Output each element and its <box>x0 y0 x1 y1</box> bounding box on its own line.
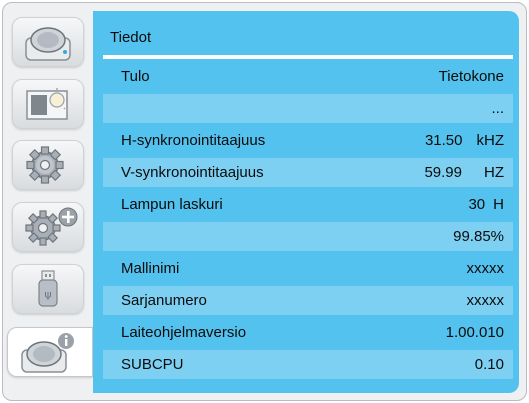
gear-plus-icon <box>25 207 78 246</box>
row-label: Mallinimi <box>121 260 180 277</box>
row-value: 99.85% <box>453 228 504 245</box>
row-value: 30 H <box>468 196 504 213</box>
menu-sidebar: ψ <box>7 11 93 389</box>
svg-text:ψ: ψ <box>44 288 51 301</box>
gear-icon <box>26 146 64 184</box>
row-value: xxxxx <box>466 260 505 277</box>
picture-brightness-icon <box>26 88 68 120</box>
camera-icon <box>25 27 71 61</box>
row-value: 0.10 <box>474 356 504 373</box>
info-row-input: Tulo Tietokone <box>103 62 513 91</box>
info-row-lamp-percent: 99.85% <box>103 222 513 251</box>
sidebar-item-usb[interactable]: ψ <box>12 264 84 314</box>
sidebar-item-setup[interactable] <box>12 140 84 190</box>
row-value: xxxxx <box>466 292 505 309</box>
row-value: 1.00.010 <box>445 324 504 341</box>
osd-menu-frame: ψ Tiedot Tulo Tietokone ... H-synkronoin… <box>2 2 527 401</box>
row-label: Tulo <box>121 68 150 85</box>
usb-icon: ψ <box>38 270 58 307</box>
sidebar-item-info[interactable] <box>7 327 93 377</box>
sidebar-item-advanced[interactable] <box>12 202 84 252</box>
info-row-lamp-counter: Lampun laskuri 30 H <box>103 190 513 219</box>
row-value: ... <box>491 100 504 117</box>
row-unit: HZ <box>484 164 504 181</box>
row-unit: H <box>493 196 504 213</box>
row-label: SUBCPU <box>121 356 184 373</box>
row-label: V-synkronointitaajuus <box>121 164 264 181</box>
row-label: Laiteohjelmaversio <box>121 324 247 341</box>
row-value: 31.50 kHZ <box>424 132 505 149</box>
info-row-h-sync: H-synkronointitaajuus 31.50 kHZ <box>103 126 513 155</box>
info-row-subcpu: SUBCPU 0.10 <box>103 350 513 379</box>
sidebar-item-basic[interactable] <box>12 17 84 67</box>
row-unit: kHZ <box>476 132 505 149</box>
sidebar-item-picture[interactable] <box>12 79 84 129</box>
info-row-model-name: Mallinimi xxxxx <box>103 254 513 283</box>
info-panel: Tiedot Tulo Tietokone ... H-synkronointi… <box>93 11 519 393</box>
row-label: Lampun laskuri <box>121 196 223 213</box>
row-label: H-synkronointitaajuus <box>121 132 266 149</box>
info-row-signal: ... <box>103 94 513 123</box>
panel-title: Tiedot <box>110 29 152 46</box>
camera-info-icon <box>21 333 74 373</box>
info-row-serial-number: Sarjanumero xxxxx <box>103 286 513 315</box>
info-row-firmware: Laiteohjelmaversio 1.00.010 <box>103 318 513 347</box>
info-row-v-sync: V-synkronointitaajuus 59.99 HZ <box>103 158 513 187</box>
row-value: 59.99 HZ <box>424 164 504 181</box>
row-value: Tietokone <box>438 68 504 85</box>
row-label: Sarjanumero <box>121 292 207 309</box>
title-divider <box>103 55 513 59</box>
